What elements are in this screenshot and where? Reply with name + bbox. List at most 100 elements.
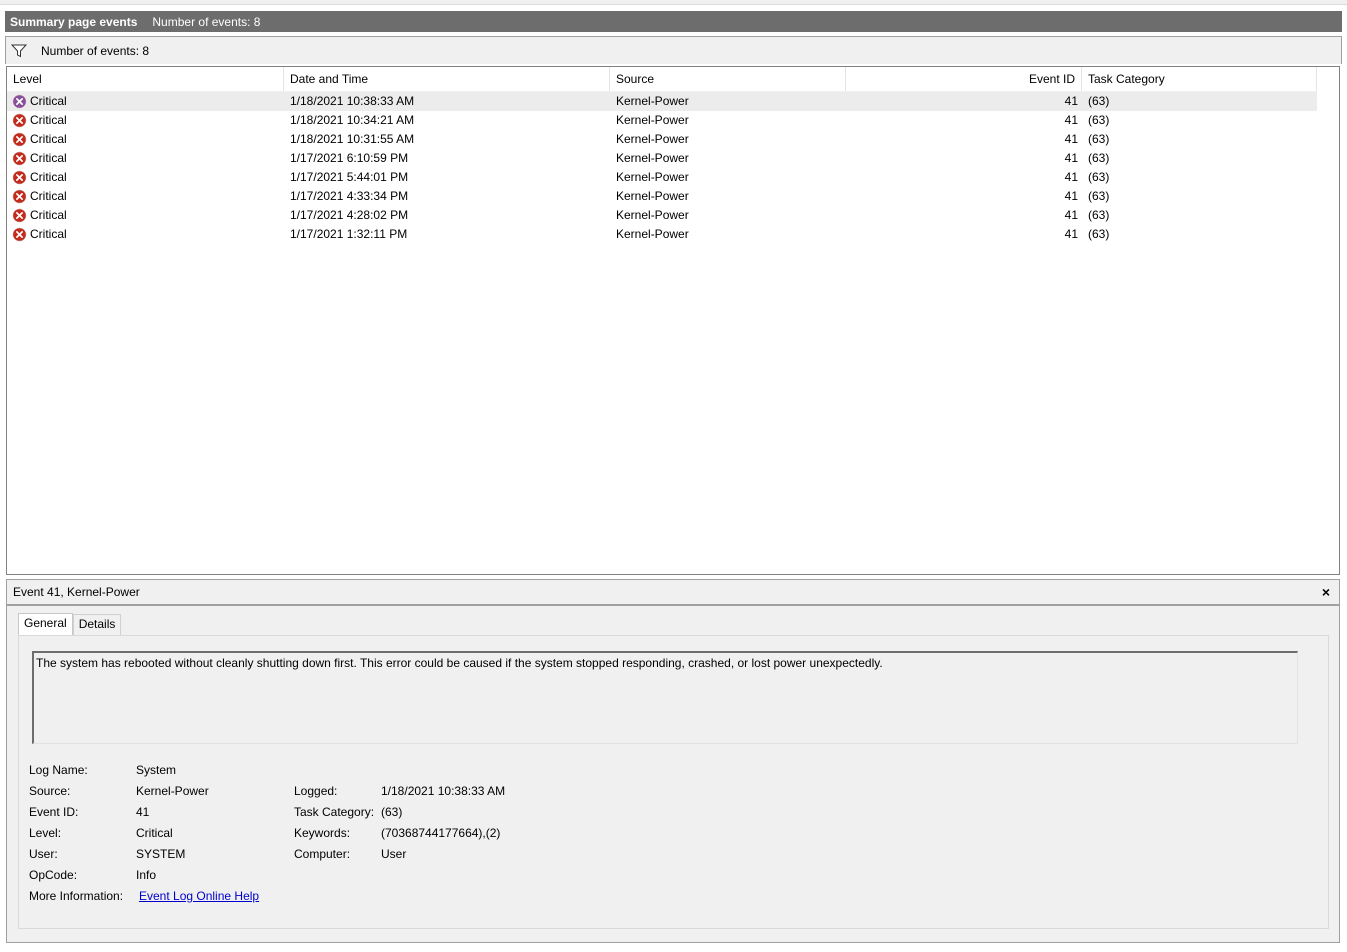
value-opcode: Info [136, 868, 157, 882]
event-id-cell: 41 [1064, 170, 1078, 184]
source-cell: Kernel-Power [616, 208, 689, 222]
table-row[interactable]: Critical 1/17/2021 1:32:11 PM Kernel-Power… [7, 225, 1317, 244]
critical-error-icon [12, 208, 27, 223]
task-category-cell: (63) [1088, 94, 1110, 108]
detail-header: Event 41, Kernel-Power × [7, 580, 1339, 606]
col-header-date[interactable]: Date and Time [284, 67, 610, 91]
value-computer: User [381, 847, 407, 861]
filter-icon[interactable] [11, 44, 27, 58]
summary-title-bar: Summary page events Number of events: 8 [5, 11, 1342, 32]
events-grid: Level Date and Time Source Event ID Task… [6, 66, 1340, 575]
critical-error-icon [12, 170, 27, 185]
level-cell: Critical [12, 187, 282, 206]
critical-error-icon [12, 94, 27, 109]
grid-header: Level Date and Time Source Event ID Task… [7, 67, 1317, 91]
label-source: Source: [29, 784, 71, 798]
value-log-name: System [136, 763, 177, 777]
source-cell: Kernel-Power [616, 227, 689, 241]
label-log-name: Log Name: [29, 763, 88, 777]
filter-count-label: Number of events: 8 [41, 43, 150, 58]
date-time-cell: 1/17/2021 4:33:34 PM [290, 189, 409, 203]
source-cell: Kernel-Power [616, 132, 689, 146]
level-cell: Critical [12, 130, 282, 149]
event-id-cell: 41 [1064, 151, 1078, 165]
level-text: Critical [30, 189, 67, 203]
event-log-online-help-link[interactable]: Event Log Online Help [139, 889, 259, 904]
label-more-info: More Information: [29, 889, 124, 903]
value-keywords: (70368744177664),(2) [381, 826, 501, 840]
date-time-cell: 1/17/2021 5:44:01 PM [290, 170, 409, 184]
task-category-cell: (63) [1088, 189, 1110, 203]
level-text: Critical [30, 94, 67, 108]
event-id-cell: 41 [1064, 227, 1078, 241]
label-logged: Logged: [294, 784, 338, 798]
detail-tabs: General Details [18, 613, 122, 636]
level-text: Critical [30, 151, 67, 165]
table-row[interactable]: Critical 1/17/2021 5:44:01 PM Kernel-Power… [7, 168, 1317, 187]
event-detail-pane: Event 41, Kernel-Power × General Details… [6, 579, 1340, 943]
label-task-category: Task Category: [294, 805, 375, 819]
label-opcode: OpCode: [29, 868, 78, 882]
source-cell: Kernel-Power [616, 94, 689, 108]
col-header-event-id[interactable]: Event ID [846, 67, 1082, 91]
critical-error-icon [12, 151, 27, 166]
source-cell: Kernel-Power [616, 189, 689, 203]
table-row[interactable]: Critical 1/17/2021 4:28:02 PM Kernel-Power… [7, 206, 1317, 225]
tab-general[interactable]: General [18, 613, 73, 635]
event-description[interactable]: The system has rebooted without cleanly … [32, 651, 1298, 744]
value-event-id: 41 [136, 805, 150, 819]
event-id-cell: 41 [1064, 189, 1078, 203]
table-row[interactable]: Critical 1/17/2021 4:33:34 PM Kernel-Power… [7, 187, 1317, 206]
critical-error-icon [12, 189, 27, 204]
label-computer: Computer: [294, 847, 351, 861]
tab-details[interactable]: Details [72, 614, 122, 635]
critical-error-icon [12, 227, 27, 242]
task-category-cell: (63) [1088, 151, 1110, 165]
task-category-cell: (63) [1088, 208, 1110, 222]
grid-body: Critical 1/18/2021 10:38:33 AM Kernel-Powe… [7, 92, 1317, 244]
col-header-source[interactable]: Source [610, 67, 846, 91]
event-id-cell: 41 [1064, 208, 1078, 222]
close-icon[interactable]: × [1319, 584, 1333, 600]
table-row[interactable]: Critical 1/18/2021 10:34:21 AM Kernel-Powe… [7, 111, 1317, 130]
level-text: Critical [30, 208, 67, 222]
level-cell: Critical [12, 111, 282, 130]
level-cell: Critical [12, 206, 282, 225]
date-time-cell: 1/18/2021 10:31:55 AM [290, 132, 415, 146]
date-time-cell: 1/17/2021 4:28:02 PM [290, 208, 409, 222]
label-level: Level: [29, 826, 62, 840]
level-cell: Critical [12, 149, 282, 168]
value-task-category: (63) [381, 805, 403, 819]
level-cell: Critical [12, 168, 282, 187]
scrollbar-area [1317, 67, 1339, 574]
date-time-cell: 1/18/2021 10:34:21 AM [290, 113, 415, 127]
level-text: Critical [30, 113, 67, 127]
level-text: Critical [30, 132, 67, 146]
table-row[interactable]: Critical 1/18/2021 10:31:55 AM Kernel-Powe… [7, 130, 1317, 149]
task-category-cell: (63) [1088, 113, 1110, 127]
detail-title: Event 41, Kernel-Power [13, 585, 140, 599]
value-source: Kernel-Power [136, 784, 209, 798]
value-level: Critical [136, 826, 173, 840]
col-header-level[interactable]: Level [7, 67, 284, 91]
table-row[interactable]: Critical 1/18/2021 10:38:33 AM Kernel-Powe… [7, 92, 1317, 111]
table-row[interactable]: Critical 1/17/2021 6:10:59 PM Kernel-Power… [7, 149, 1317, 168]
level-text: Critical [30, 170, 67, 184]
event-id-cell: 41 [1064, 113, 1078, 127]
task-category-cell: (63) [1088, 132, 1110, 146]
summary-title: Summary page events [10, 14, 138, 29]
level-cell: Critical [12, 92, 282, 111]
date-time-cell: 1/17/2021 1:32:11 PM [290, 227, 408, 241]
level-text: Critical [30, 227, 67, 241]
level-cell: Critical [12, 225, 282, 244]
top-edge [0, 0, 1347, 5]
filter-bar: Number of events: 8 [5, 36, 1342, 64]
summary-count: Number of events: 8 [152, 14, 261, 29]
critical-error-icon [12, 113, 27, 128]
label-keywords: Keywords: [294, 826, 351, 840]
source-cell: Kernel-Power [616, 170, 689, 184]
value-logged: 1/18/2021 10:38:33 AM [381, 784, 506, 798]
critical-error-icon [12, 132, 27, 147]
col-header-task-category[interactable]: Task Category [1082, 67, 1317, 91]
event-id-cell: 41 [1064, 94, 1078, 108]
